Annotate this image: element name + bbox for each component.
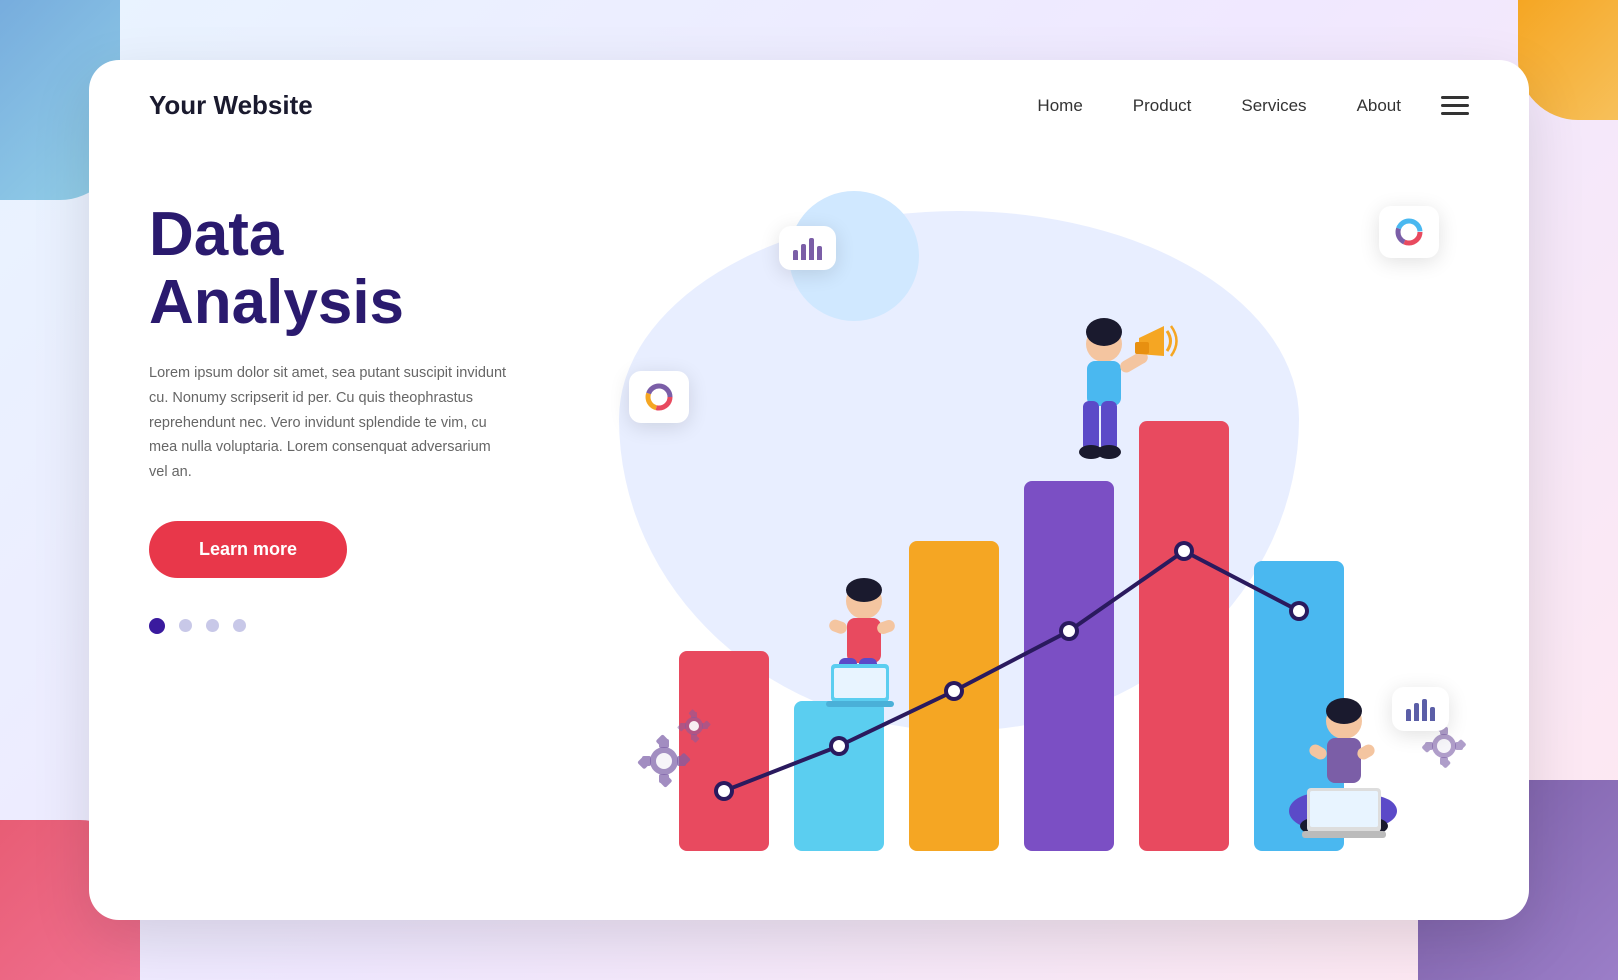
learn-more-button[interactable]: Learn more xyxy=(149,521,347,578)
nav-services[interactable]: Services xyxy=(1241,96,1306,116)
hamburger-line-3 xyxy=(1441,112,1469,115)
nav-links: Home Product Services About xyxy=(1037,96,1401,116)
mini-bar-3 xyxy=(809,238,814,260)
mini-bar-2 xyxy=(801,244,806,260)
hero-left: Data Analysis Lorem ipsum dolor sit amet… xyxy=(149,171,569,634)
corner-decoration-tr xyxy=(1518,0,1618,120)
hero-right xyxy=(569,171,1469,911)
hero-title: Data Analysis xyxy=(149,201,569,337)
nav-about[interactable]: About xyxy=(1357,96,1401,116)
mini-bar-br-3 xyxy=(1422,699,1427,721)
person-1-laptop xyxy=(809,576,919,756)
hero-description: Lorem ipsum dolor sit amet, sea putant s… xyxy=(149,361,509,484)
donut-chart-icon xyxy=(1393,216,1425,248)
float-card-donut xyxy=(1379,206,1439,258)
dot-4[interactable] xyxy=(233,619,246,632)
bar-4 xyxy=(1024,481,1114,851)
mini-bar-chart-1 xyxy=(793,236,822,260)
mini-bar-br-4 xyxy=(1430,707,1435,721)
hero-title-line2: Analysis xyxy=(149,268,404,337)
main-card: Your Website Home Product Services About… xyxy=(89,60,1529,920)
nav-product[interactable]: Product xyxy=(1133,96,1192,116)
person-2-megaphone xyxy=(1049,316,1179,516)
mini-bar-br-2 xyxy=(1414,703,1419,721)
dot-3[interactable] xyxy=(206,619,219,632)
slide-dots xyxy=(149,618,569,634)
mini-bar-1 xyxy=(793,250,798,260)
logo: Your Website xyxy=(149,90,313,121)
gear-icon-small-left xyxy=(669,701,719,751)
hamburger-line-2 xyxy=(1441,104,1469,107)
mini-bar-4 xyxy=(817,246,822,260)
person-3-laptop xyxy=(1279,696,1409,856)
navbar: Your Website Home Product Services About xyxy=(89,60,1529,151)
donut-chart-icon-2 xyxy=(643,381,675,413)
float-card-bar-1 xyxy=(779,226,836,270)
float-card-donut-2 xyxy=(629,371,689,423)
float-card-bar-2 xyxy=(1392,687,1449,731)
mini-bar-br-1 xyxy=(1406,709,1411,721)
hamburger-menu[interactable] xyxy=(1441,96,1469,115)
nav-home[interactable]: Home xyxy=(1037,96,1082,116)
hero-section: Data Analysis Lorem ipsum dolor sit amet… xyxy=(89,151,1529,911)
mini-bar-chart-2 xyxy=(1406,697,1435,721)
dot-1[interactable] xyxy=(149,618,165,634)
bar-3 xyxy=(909,541,999,851)
hero-title-line1: Data xyxy=(149,200,283,269)
hamburger-line-1 xyxy=(1441,96,1469,99)
dot-2[interactable] xyxy=(179,619,192,632)
